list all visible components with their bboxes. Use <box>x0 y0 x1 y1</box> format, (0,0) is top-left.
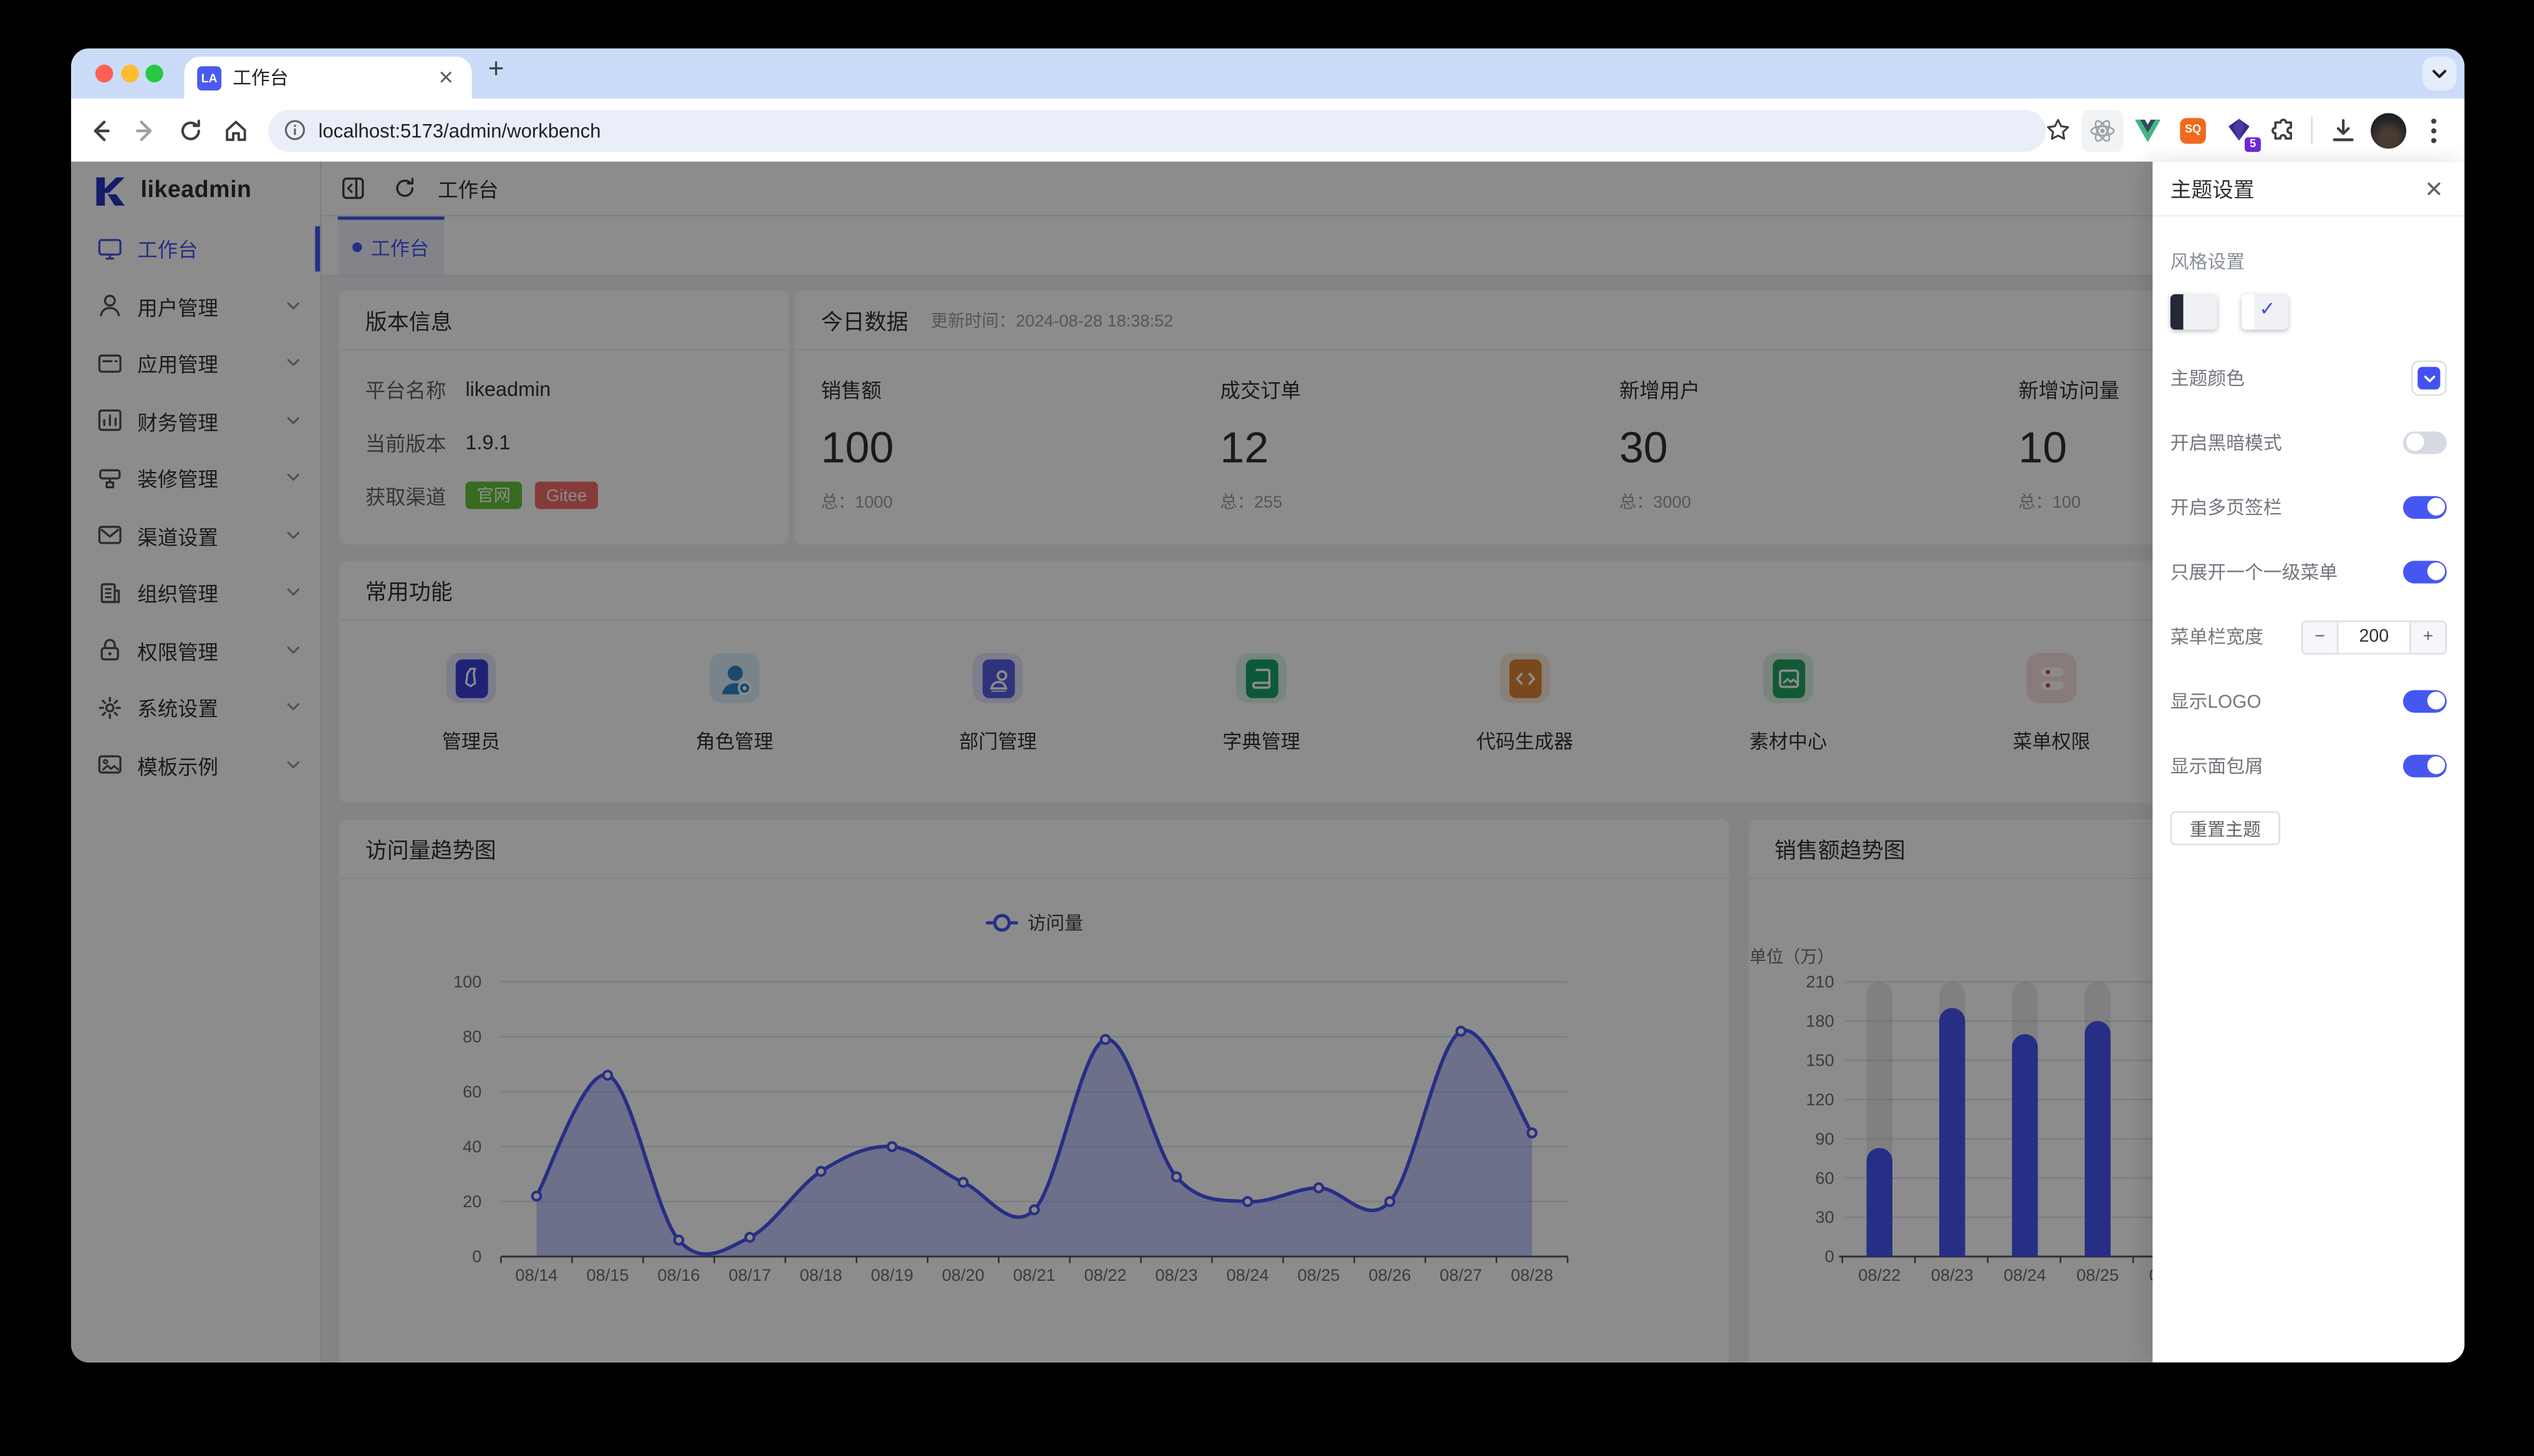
tab-close-icon[interactable]: ✕ <box>433 66 459 89</box>
tab-search-chevron-icon[interactable] <box>2422 56 2457 91</box>
screen: LA 工作台 ✕ + localhost:5173/admin/workbenc… <box>0 0 2534 1456</box>
home-icon[interactable] <box>213 107 259 153</box>
show-breadcrumb-row: 显示面包屑 <box>2152 734 2464 799</box>
dark-mode-row: 开启黑暗模式 <box>2152 410 2464 475</box>
vue-devtools-icon[interactable] <box>2127 109 2169 151</box>
extensions-puzzle-icon[interactable] <box>2263 109 2305 151</box>
browser-window: LA 工作台 ✕ + localhost:5173/admin/workbenc… <box>71 48 2465 1362</box>
back-icon[interactable] <box>77 107 123 153</box>
site-info-icon[interactable] <box>284 120 306 141</box>
style-option-light[interactable]: ✓ <box>2241 294 2288 330</box>
style-options: ✓ <box>2170 294 2465 330</box>
extension-badge: 5 <box>2243 135 2263 153</box>
drawer-modal-overlay[interactable] <box>71 162 2465 1362</box>
show-logo-row: 显示LOGO <box>2152 669 2464 734</box>
drawer-title: 主题设置 <box>2170 178 2255 202</box>
browser-tab[interactable]: LA 工作台 ✕ <box>184 56 472 99</box>
menu-width-stepper: − 200 + <box>2301 619 2447 654</box>
theme-settings-drawer: 主题设置 ✕ 风格设置 ✓ 主题颜色 开启黑暗模式 开启多页签栏 只展开一个一级… <box>2152 162 2465 1362</box>
theme-color-swatch <box>2417 367 2440 390</box>
decrease-button[interactable]: − <box>2303 621 2337 652</box>
show-breadcrumb-toggle[interactable] <box>2403 755 2447 778</box>
multi-tabs-toggle[interactable] <box>2403 496 2447 519</box>
toolbar-actions: SQ 5 <box>2033 99 2454 162</box>
new-tab-button[interactable]: + <box>488 54 504 86</box>
single-menu-row: 只展开一个一级菜单 <box>2152 540 2464 605</box>
tab-title: 工作台 <box>233 69 289 89</box>
mac-minimize-button[interactable] <box>120 64 138 83</box>
kebab-menu-icon[interactable] <box>2413 109 2455 151</box>
single-menu-toggle[interactable] <box>2403 561 2447 583</box>
forward-icon[interactable] <box>123 107 168 153</box>
url-text: localhost:5173/admin/workbench <box>318 118 601 142</box>
browser-tabstrip: LA 工作台 ✕ + <box>71 48 2465 99</box>
menu-width-value[interactable]: 200 <box>2336 621 2411 652</box>
menu-width-row: 菜单栏宽度 − 200 + <box>2152 604 2464 669</box>
reload-icon[interactable] <box>168 107 214 153</box>
multi-tabs-row: 开启多页签栏 <box>2152 475 2464 540</box>
increase-button[interactable]: + <box>2411 621 2445 652</box>
style-option-dark-sidebar[interactable] <box>2170 294 2217 330</box>
style-section-label: 风格设置 <box>2170 253 2245 274</box>
site-favicon: LA <box>197 65 222 90</box>
reset-theme-button[interactable]: 重置主题 <box>2170 811 2281 846</box>
drawer-close-icon[interactable]: ✕ <box>2424 177 2443 200</box>
bookmark-star-icon[interactable] <box>2036 109 2078 151</box>
theme-color-row: 主题颜色 <box>2152 346 2464 411</box>
show-logo-toggle[interactable] <box>2403 690 2447 713</box>
downloads-icon[interactable] <box>2322 109 2364 151</box>
mac-close-button[interactable] <box>95 64 113 83</box>
selected-check-icon: ✓ <box>2259 297 2276 321</box>
theme-color-picker[interactable] <box>2411 360 2447 396</box>
profile-avatar[interactable] <box>2368 109 2409 151</box>
react-devtools-icon[interactable] <box>2081 108 2124 152</box>
gem-extension-icon[interactable]: 5 <box>2217 109 2263 153</box>
sq-extension-icon[interactable]: SQ <box>2172 109 2214 151</box>
address-bar[interactable]: localhost:5173/admin/workbench <box>268 108 2046 152</box>
dark-mode-toggle[interactable] <box>2403 431 2447 454</box>
toolbar-separator <box>2311 116 2313 144</box>
mac-zoom-button[interactable] <box>145 64 163 83</box>
